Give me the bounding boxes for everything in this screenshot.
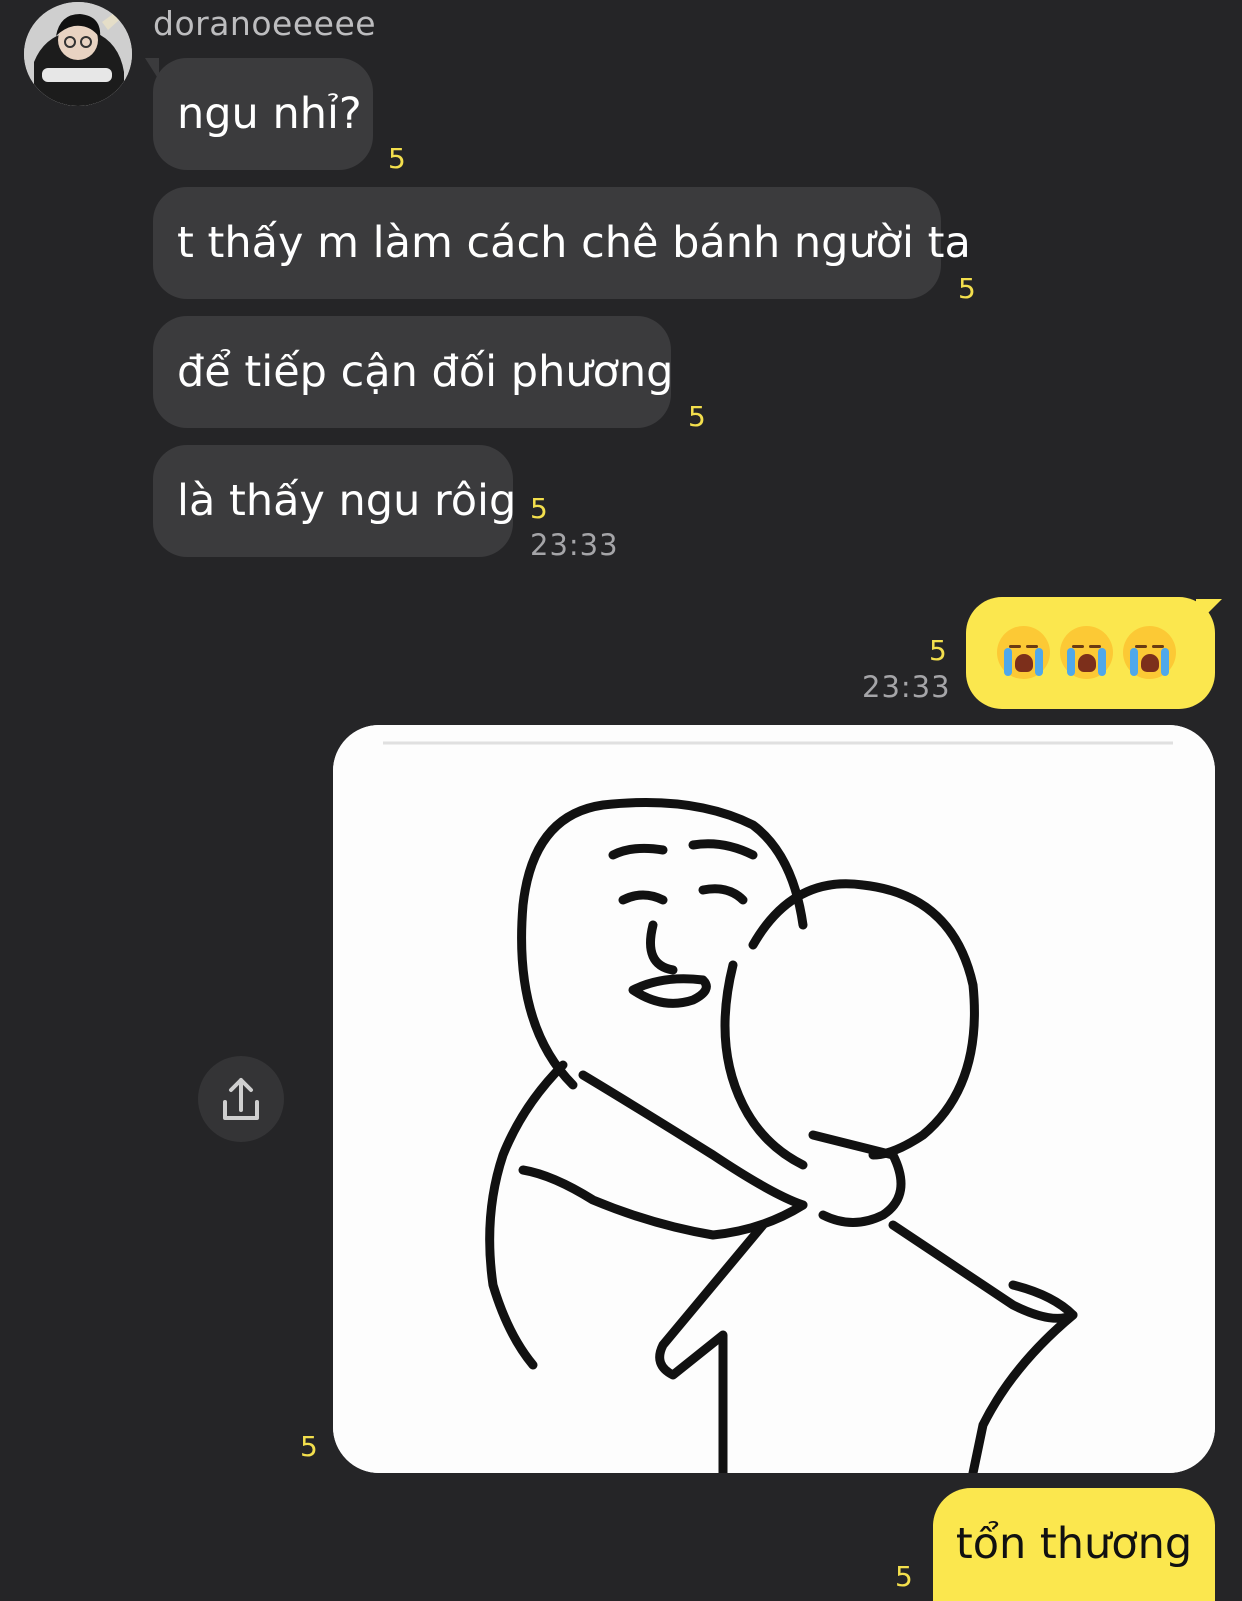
unread-count: 5: [895, 1560, 913, 1593]
timestamp: 23:33: [862, 670, 951, 704]
incoming-message[interactable]: t thấy m làm cách chê bánh người ta: [153, 187, 971, 299]
sender-avatar[interactable]: [24, 2, 132, 106]
message-text: để tiếp cận đối phương: [177, 347, 674, 397]
unread-count: 5: [958, 272, 976, 305]
unread-count: 5: [388, 142, 406, 175]
loudly-crying-face-icon: [997, 626, 1050, 679]
timestamp: 23:33: [530, 528, 619, 562]
unread-count: 5: [300, 1430, 318, 1463]
unread-count: 5: [530, 492, 548, 525]
unread-count: 5: [929, 634, 947, 667]
loudly-crying-face-icon: [1123, 626, 1176, 679]
share-button[interactable]: [198, 1056, 284, 1142]
outgoing-message[interactable]: tổn thương: [933, 1488, 1215, 1601]
message-text: tổn thương: [955, 1519, 1193, 1569]
message-text: là thấy ngu rôig: [177, 476, 517, 526]
message-text: t thấy m làm cách chê bánh người ta: [177, 218, 971, 268]
incoming-message[interactable]: để tiếp cận đối phương: [153, 316, 674, 428]
sender-name: doranoeeeee: [153, 4, 377, 43]
meme-hug-image[interactable]: [333, 725, 1215, 1473]
message-text: ngu nhỉ?: [177, 89, 362, 139]
incoming-message[interactable]: ngu nhỉ?: [153, 58, 373, 170]
loudly-crying-face-icon: [1060, 626, 1113, 679]
unread-count: 5: [688, 400, 706, 433]
incoming-message[interactable]: là thấy ngu rôig: [153, 445, 517, 557]
outgoing-emoji-message[interactable]: [966, 597, 1215, 709]
share-icon: [223, 1078, 259, 1120]
